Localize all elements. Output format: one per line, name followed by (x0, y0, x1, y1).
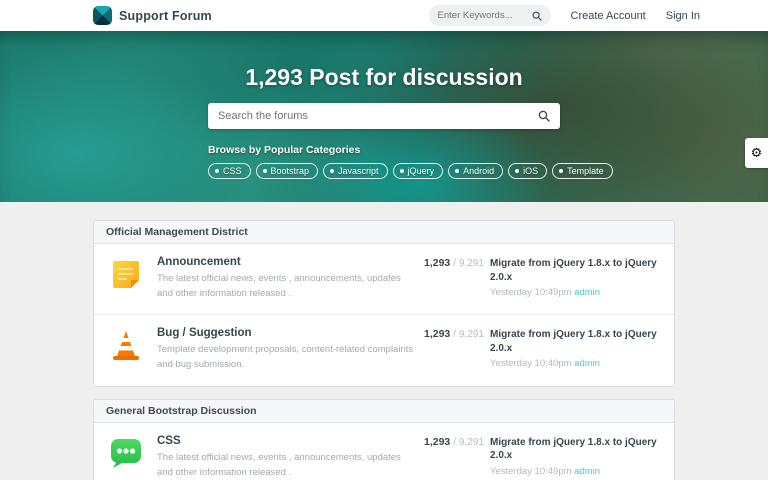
bullet-dot-icon (455, 169, 459, 173)
last-post-meta: Yesterday 10:49pm admin (490, 287, 660, 298)
main-content: Official Management District Announcemen… (0, 202, 768, 480)
forum-description: Template development proposals, content-… (157, 343, 418, 372)
last-post-meta: Yesterday 10:49pm admin (490, 466, 660, 477)
tag-label: Javascript (338, 166, 379, 176)
forum-container: Official Management District Announcemen… (93, 220, 675, 480)
forum-title-link[interactable]: Bug / Suggestion (157, 327, 418, 339)
search-icon[interactable] (532, 11, 542, 21)
last-post-time: Yesterday 10:49pm (490, 466, 572, 477)
stat-separator: / (453, 258, 456, 269)
tag-label: jQuery (408, 166, 435, 176)
last-post-time: Yesterday 10:40pm (490, 358, 572, 369)
tag-bootstrap[interactable]: Bootstrap (256, 163, 319, 179)
stat-separator: / (453, 329, 456, 340)
forum-description: The latest official news, events , annou… (157, 451, 418, 480)
total-count: 9,291 (459, 258, 484, 269)
bullet-dot-icon (400, 169, 404, 173)
last-post-time: Yesterday 10:49pm (490, 287, 572, 298)
forum-description: The latest official news, events , annou… (157, 272, 418, 301)
hero-banner: 1,293 Post for discussion Browse by Popu… (0, 31, 768, 202)
tag-ios[interactable]: iOS (508, 163, 547, 179)
forum-stats: 1,293 / 9,291 (424, 327, 490, 340)
last-post: Migrate from jQuery 1.8.x to jQuery 2.0.… (490, 256, 660, 298)
tag-jquery[interactable]: jQuery (393, 163, 444, 179)
row-main: Bug / Suggestion Template development pr… (157, 327, 424, 372)
tag-css[interactable]: CSS (208, 163, 251, 179)
row-main: Announcement The latest official news, e… (157, 256, 424, 301)
forum-stats: 1,293 / 9,291 (424, 435, 490, 448)
total-count: 9,291 (459, 437, 484, 448)
navbar-right: Create Account Sign In (429, 5, 700, 26)
forum-row-bug-suggestion[interactable]: Bug / Suggestion Template development pr… (94, 315, 674, 385)
last-post-author-link[interactable]: admin (574, 358, 600, 369)
last-post: Migrate from jQuery 1.8.x to jQuery 2.0.… (490, 327, 660, 369)
bullet-dot-icon (263, 169, 267, 173)
search-icon[interactable] (538, 110, 550, 122)
sticky-note-icon (108, 256, 144, 292)
tag-label: Android (463, 166, 494, 176)
browse-categories-label: Browse by Popular Categories (208, 144, 560, 156)
last-post: Migrate from jQuery 1.8.x to jQuery 2.0.… (490, 435, 660, 477)
last-post-title-link[interactable]: Migrate from jQuery 1.8.x to jQuery 2.0.… (490, 436, 660, 463)
last-post-title-link[interactable]: Migrate from jQuery 1.8.x to jQuery 2.0.… (490, 328, 660, 355)
hero-inner: Browse by Popular Categories CSS Bootstr… (208, 103, 560, 179)
chat-bubble-icon (108, 435, 144, 471)
forum-row-css[interactable]: CSS The latest official news, events , a… (94, 423, 674, 480)
row-main: CSS The latest official news, events , a… (157, 435, 424, 480)
tag-label: CSS (223, 166, 242, 176)
forum-search-input[interactable] (218, 110, 532, 122)
forum-stats: 1,293 / 9,291 (424, 256, 490, 269)
tag-android[interactable]: Android (448, 163, 503, 179)
forum-section: Official Management District Announcemen… (93, 220, 675, 387)
section-title: Official Management District (94, 221, 674, 244)
brand-logo-icon (93, 6, 112, 25)
last-post-author-link[interactable]: admin (574, 287, 600, 298)
bullet-dot-icon (559, 169, 563, 173)
last-post-meta: Yesterday 10:40pm admin (490, 358, 660, 369)
forum-section: General Bootstrap Discussion CSS The lat… (93, 399, 675, 480)
top-navbar: Support Forum Create Account Sign In (0, 0, 768, 31)
brand[interactable]: Support Forum (93, 6, 212, 25)
settings-button[interactable]: ⚙ (745, 138, 768, 168)
tag-template[interactable]: Template (552, 163, 613, 179)
hero-title: 1,293 Post for discussion (0, 31, 768, 91)
forum-row-announcement[interactable]: Announcement The latest official news, e… (94, 244, 674, 315)
last-post-title-link[interactable]: Migrate from jQuery 1.8.x to jQuery 2.0.… (490, 257, 660, 284)
gear-icon: ⚙ (751, 147, 763, 160)
tag-javascript[interactable]: Javascript (323, 163, 388, 179)
keyword-search[interactable] (429, 5, 551, 26)
bullet-dot-icon (330, 169, 334, 173)
section-title: General Bootstrap Discussion (94, 400, 674, 423)
bullet-dot-icon (215, 169, 219, 173)
sign-in-link[interactable]: Sign In (666, 10, 700, 22)
create-account-link[interactable]: Create Account (571, 10, 646, 22)
tag-label: iOS (523, 166, 538, 176)
bullet-dot-icon (515, 169, 519, 173)
traffic-cone-icon (108, 327, 144, 363)
keyword-search-input[interactable] (438, 10, 528, 21)
last-post-author-link[interactable]: admin (574, 466, 600, 477)
stat-separator: / (453, 437, 456, 448)
forum-search[interactable] (208, 103, 560, 129)
post-count: 1,293 (424, 436, 450, 448)
tag-label: Template (567, 166, 604, 176)
brand-name: Support Forum (119, 9, 212, 23)
post-count: 1,293 (424, 257, 450, 269)
forum-title-link[interactable]: Announcement (157, 256, 418, 268)
post-count: 1,293 (424, 328, 450, 340)
tag-label: Bootstrap (271, 166, 310, 176)
forum-title-link[interactable]: CSS (157, 435, 418, 447)
category-tags: CSS Bootstrap Javascript jQuery Android … (208, 163, 560, 179)
total-count: 9,291 (459, 329, 484, 340)
